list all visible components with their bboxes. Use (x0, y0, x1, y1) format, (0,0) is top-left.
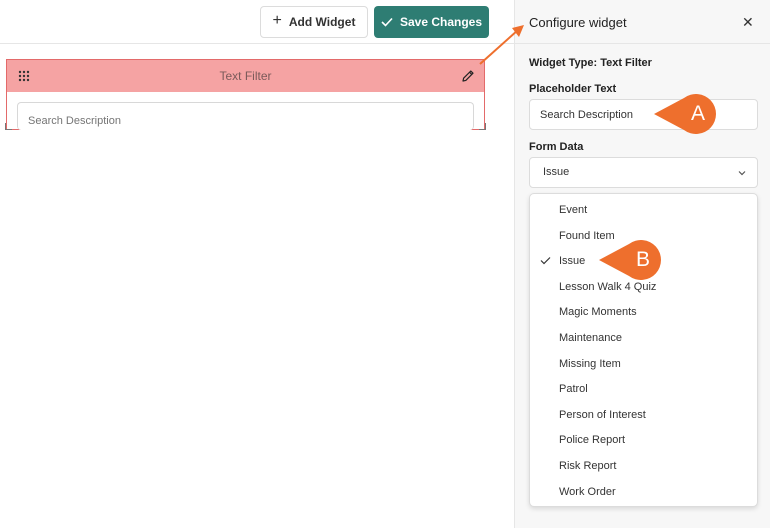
check-icon (381, 17, 393, 27)
dropdown-option[interactable]: Police Report (530, 428, 757, 452)
dropdown-option[interactable]: Person of Interest (530, 403, 757, 427)
dropdown-option[interactable]: Magic Moments (530, 300, 757, 324)
widget-type-row: Widget Type: Text Filter (529, 57, 652, 69)
widget-type-label: Widget Type: (529, 57, 598, 69)
save-changes-button[interactable]: Save Changes (374, 6, 489, 38)
plus-icon: + (272, 12, 282, 29)
save-changes-label: Save Changes (399, 15, 483, 29)
form-data-select[interactable]: Issue (529, 157, 758, 188)
panel-title: Configure widget (529, 15, 627, 30)
chevron-down-icon (738, 171, 746, 176)
text-filter-widget[interactable]: Text Filter (6, 59, 485, 130)
add-widget-button[interactable]: + Add Widget (260, 6, 368, 38)
dropdown-option[interactable]: Patrol (530, 377, 757, 401)
dropdown-option[interactable]: Missing Item (530, 352, 757, 376)
dropdown-option[interactable]: Event (530, 198, 757, 222)
callout-b: B (599, 240, 665, 280)
widget-title: Text Filter (219, 69, 272, 83)
close-icon[interactable]: ✕ (742, 15, 754, 29)
form-data-label: Form Data (529, 141, 584, 153)
annotation-arrow (479, 25, 524, 65)
resize-handle-left[interactable] (5, 123, 12, 130)
check-icon (540, 257, 551, 265)
callout-b-letter: B (635, 248, 650, 271)
dropdown-option[interactable]: Work Order (530, 480, 757, 504)
add-widget-label: Add Widget (288, 15, 356, 29)
widget-type-value: Text Filter (600, 57, 652, 69)
dashboard-canvas: + Add Widget Save Changes Text Filter (0, 0, 514, 528)
canvas-toolbar: + Add Widget Save Changes (0, 0, 514, 44)
widget-header[interactable]: Text Filter (7, 60, 484, 92)
callout-a: A (654, 94, 720, 134)
search-description-input[interactable] (17, 102, 474, 130)
resize-handle-right[interactable] (479, 123, 486, 130)
form-data-selected-value: Issue (543, 166, 570, 178)
placeholder-text-label: Placeholder Text (529, 83, 617, 95)
callout-a-letter: A (690, 102, 705, 125)
panel-header: Configure widget ✕ (515, 0, 770, 44)
pencil-icon[interactable] (461, 69, 475, 83)
placeholder-text-input[interactable] (529, 99, 758, 130)
dropdown-option[interactable]: Maintenance (530, 326, 757, 350)
dropdown-option[interactable]: Risk Report (530, 454, 757, 478)
